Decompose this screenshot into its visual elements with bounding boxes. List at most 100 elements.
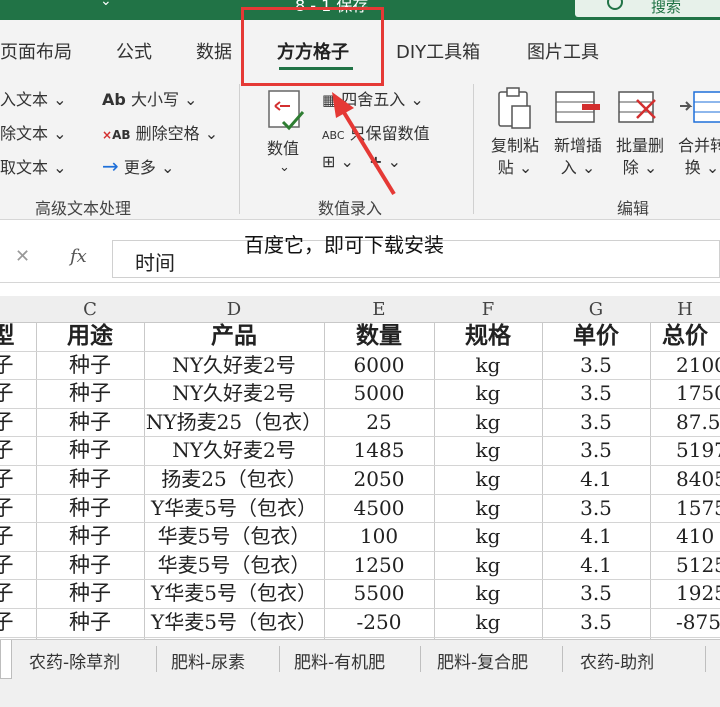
copy-paste-button[interactable]: 复制粘贴 ⌄	[485, 135, 545, 179]
table-cell[interactable]: 3.5	[542, 379, 650, 407]
value-dropdown-icon[interactable]: ⌄	[279, 160, 290, 175]
table-cell[interactable]: kg	[434, 408, 542, 436]
table-cell[interactable]: 子	[0, 522, 36, 550]
table-cell[interactable]: 1485	[324, 436, 434, 464]
value-button[interactable]: 数值	[267, 135, 299, 159]
table-cell[interactable]: kg	[434, 436, 542, 464]
table-cell[interactable]: Y华麦5号（包衣）	[144, 494, 324, 522]
table-cell[interactable]: 子	[0, 608, 36, 636]
table-cell[interactable]: 子	[0, 551, 36, 579]
tab-formulas[interactable]: 公式	[116, 38, 152, 64]
ribbon-item-case[interactable]: Ab 大小写 ⌄	[102, 86, 197, 110]
table-cell[interactable]: 1750	[650, 379, 720, 407]
table-cell[interactable]: Y华麦5号（包衣）	[144, 608, 324, 636]
quick-access-dropdown-icon[interactable]: ⌄	[100, 0, 112, 9]
header-cell[interactable]: 单价	[542, 322, 650, 350]
table-cell[interactable]: 4.1	[542, 551, 650, 579]
table-cell[interactable]: 3.5	[542, 579, 650, 607]
table-cell[interactable]: 5125	[650, 551, 720, 579]
table-cell[interactable]: kg	[434, 379, 542, 407]
header-cell[interactable]: 型	[0, 322, 36, 350]
table-cell[interactable]: Y华麦5号（包衣）	[144, 579, 324, 607]
table-cell[interactable]: 25	[324, 408, 434, 436]
table-cell[interactable]: 4500	[324, 494, 434, 522]
table-cell[interactable]: 种子	[36, 522, 144, 550]
table-cell[interactable]: 种子	[36, 465, 144, 493]
table-cell[interactable]: 种子	[36, 379, 144, 407]
table-cell[interactable]: 3.5	[542, 494, 650, 522]
table-cell[interactable]: NY久好麦2号	[144, 436, 324, 464]
cancel-icon[interactable]: ✕	[15, 246, 30, 267]
table-cell[interactable]: 子	[0, 579, 36, 607]
merge-convert-button[interactable]: 合并转换 ⌄	[672, 135, 720, 179]
table-cell[interactable]: 1250	[324, 551, 434, 579]
tab-picture-tools[interactable]: 图片工具	[527, 38, 599, 64]
table-cell[interactable]: 扬麦25（包衣）	[144, 465, 324, 493]
header-cell[interactable]: 数量	[324, 322, 434, 350]
table-cell[interactable]: 子	[0, 351, 36, 379]
table-cell[interactable]: 2100	[650, 351, 720, 379]
search-box[interactable]: 搜索	[575, 0, 720, 17]
table-cell[interactable]: 种子	[36, 436, 144, 464]
table-cell[interactable]: 5197.	[650, 436, 720, 464]
col-header-h[interactable]: H	[650, 299, 720, 320]
table-cell[interactable]: 4.1	[542, 522, 650, 550]
ribbon-item-more[interactable]: → 更多 ⌄	[102, 154, 174, 178]
table-cell[interactable]: 100	[324, 522, 434, 550]
table-cell[interactable]: 6000	[324, 351, 434, 379]
table-cell[interactable]: 华麦5号（包衣）	[144, 551, 324, 579]
table-cell[interactable]: 种子	[36, 608, 144, 636]
table-cell[interactable]: 8405	[650, 465, 720, 493]
table-cell[interactable]: 410	[650, 522, 720, 550]
table-cell[interactable]: kg	[434, 579, 542, 607]
batch-delete-button[interactable]: 批量删除 ⌄	[610, 135, 670, 179]
header-cell[interactable]: 用途	[36, 322, 144, 350]
header-cell[interactable]: 产品	[144, 322, 324, 350]
table-cell[interactable]: NY久好麦2号	[144, 351, 324, 379]
table-cell[interactable]: kg	[434, 465, 542, 493]
fx-icon[interactable]: fx	[70, 246, 87, 267]
table-cell[interactable]: 华麦5号（包衣）	[144, 522, 324, 550]
table-cell[interactable]: 子	[0, 465, 36, 493]
table-cell[interactable]: 种子	[36, 551, 144, 579]
header-cell[interactable]: 规格	[434, 322, 542, 350]
table-cell[interactable]: kg	[434, 551, 542, 579]
table-cell[interactable]: 3.5	[542, 351, 650, 379]
table-cell[interactable]: NY扬麦25（包衣）	[144, 408, 324, 436]
sheet-tab-compound[interactable]: 肥料-复合肥	[437, 648, 528, 673]
table-cell[interactable]: 种子	[36, 408, 144, 436]
table-cell[interactable]: 4.1	[542, 465, 650, 493]
table-cell[interactable]: 3.5	[542, 608, 650, 636]
table-cell[interactable]: 5500	[324, 579, 434, 607]
table-cell[interactable]: 子	[0, 494, 36, 522]
col-header-g[interactable]: G	[542, 299, 650, 320]
col-header-d[interactable]: D	[144, 299, 324, 320]
tab-diy-toolbox[interactable]: DIY工具箱	[396, 38, 480, 64]
table-cell[interactable]: kg	[434, 351, 542, 379]
table-cell[interactable]: kg	[434, 608, 542, 636]
table-cell[interactable]: kg	[434, 494, 542, 522]
table-cell[interactable]: 1575	[650, 494, 720, 522]
table-cell[interactable]: 2050	[324, 465, 434, 493]
table-cell[interactable]: 子	[0, 408, 36, 436]
insert-new-button[interactable]: 新增插入 ⌄	[548, 135, 608, 179]
col-header-c[interactable]: C	[36, 299, 144, 320]
sheet-tab-urea[interactable]: 肥料-尿素	[171, 648, 245, 673]
sheet-tab-adjuvant[interactable]: 农药-助剂	[580, 648, 654, 673]
table-cell[interactable]: -875	[650, 608, 720, 636]
ribbon-item-trim[interactable]: ×AB 删除空格 ⌄	[102, 120, 218, 144]
table-cell[interactable]: -250	[324, 608, 434, 636]
table-cell[interactable]: NY久好麦2号	[144, 379, 324, 407]
ribbon-item-insert-text[interactable]: 入文本 ⌄	[0, 86, 67, 110]
ribbon-item-extract-text[interactable]: 取文本 ⌄	[0, 154, 67, 178]
col-header-e[interactable]: E	[324, 299, 434, 320]
tab-page-layout[interactable]: 页面布局	[0, 38, 72, 64]
table-cell[interactable]: 种子	[36, 494, 144, 522]
table-cell[interactable]: 3.5	[542, 436, 650, 464]
table-cell[interactable]: 子	[0, 436, 36, 464]
header-cell[interactable]: 总价	[650, 322, 720, 350]
col-header-f[interactable]: F	[434, 299, 542, 320]
tab-data[interactable]: 数据	[196, 38, 232, 64]
table-cell[interactable]: 种子	[36, 579, 144, 607]
sheet-grid[interactable]: 型用途产品数量规格单价总价子种子NY久好麦2号6000kg3.52100子种子N…	[0, 322, 720, 639]
